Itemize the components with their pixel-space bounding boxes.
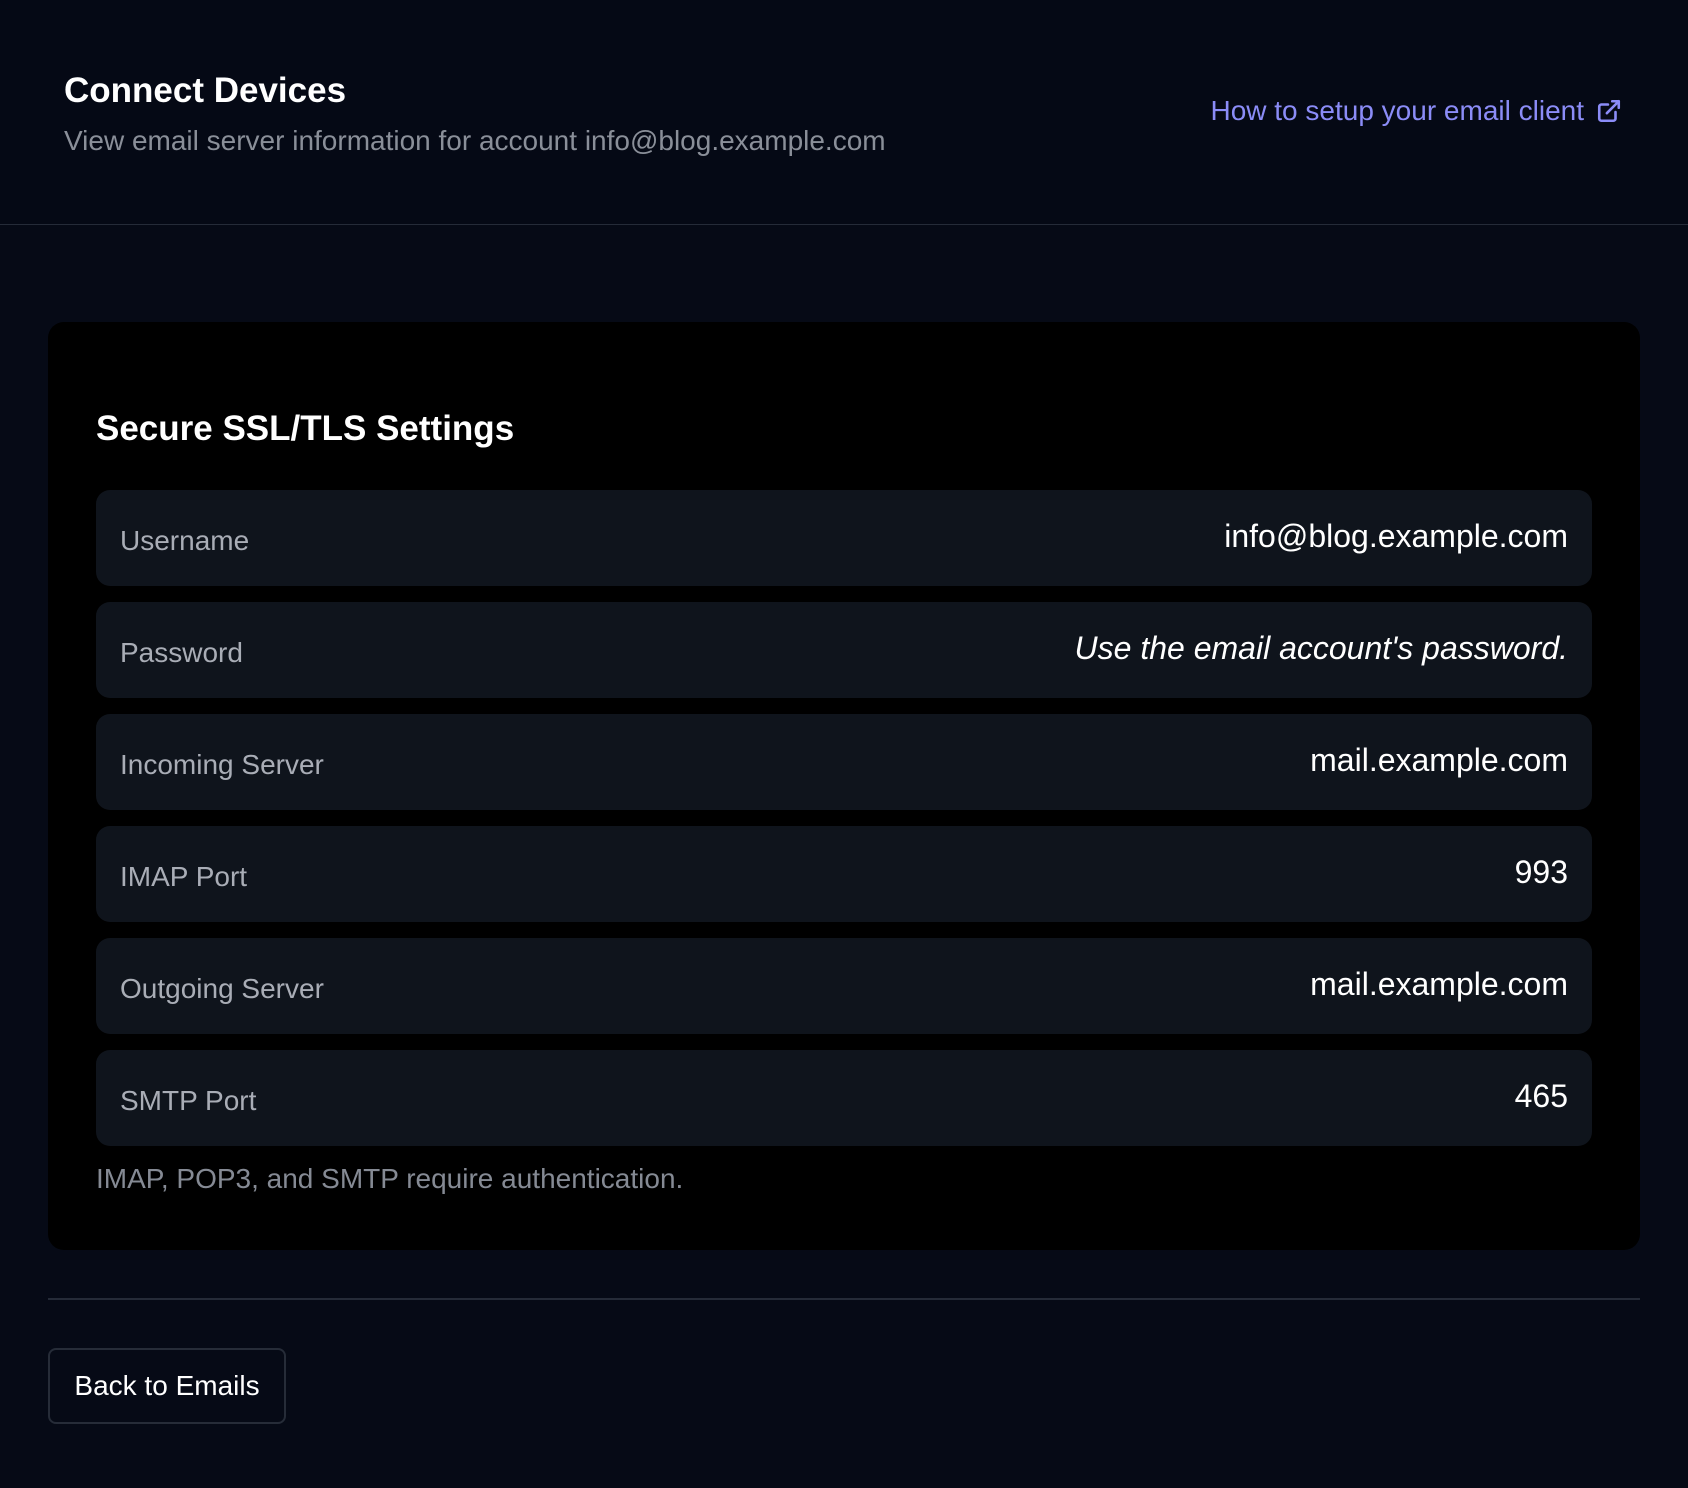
setting-value: mail.example.com	[1310, 965, 1568, 1002]
back-to-emails-button[interactable]: Back to Emails	[48, 1348, 286, 1424]
settings-card-title: Secure SSL/TLS Settings	[96, 409, 515, 448]
setting-label: Username	[120, 525, 250, 556]
setting-label: IMAP Port	[120, 861, 248, 892]
settings-list: Username info@blog.example.com Password …	[96, 490, 1592, 1162]
setting-row-smtp-port: SMTP Port 465	[96, 1050, 1592, 1146]
external-link-icon	[1597, 99, 1621, 123]
setting-row-password: Password Use the email account's passwor…	[96, 602, 1592, 698]
authentication-note: IMAP, POP3, and SMTP require authenticat…	[96, 1163, 684, 1194]
page-subtitle: View email server information for accoun…	[64, 125, 886, 156]
setting-row-incoming-server: Incoming Server mail.example.com	[96, 714, 1592, 810]
setting-label: Outgoing Server	[120, 973, 324, 1004]
footer-divider	[48, 1298, 1640, 1300]
page-header: Connect Devices View email server inform…	[0, 0, 1688, 225]
setting-label: Password	[120, 637, 243, 668]
setting-value: info@blog.example.com	[1224, 517, 1568, 554]
setting-label: Incoming Server	[120, 749, 324, 780]
setting-value: Use the email account's password.	[1074, 629, 1568, 666]
setting-value: 465	[1514, 1077, 1568, 1114]
setting-row-outgoing-server: Outgoing Server mail.example.com	[96, 938, 1592, 1034]
setting-label: SMTP Port	[120, 1085, 257, 1116]
email-client-setup-link-label: How to setup your email client	[1210, 95, 1584, 126]
setting-value: 993	[1514, 853, 1568, 890]
ssl-tls-settings-card: Secure SSL/TLS Settings Username info@bl…	[48, 322, 1640, 1250]
setting-row-username: Username info@blog.example.com	[96, 490, 1592, 586]
page-title: Connect Devices	[64, 71, 347, 110]
setting-row-imap-port: IMAP Port 993	[96, 826, 1592, 922]
setting-value: mail.example.com	[1310, 741, 1568, 778]
email-client-setup-link[interactable]: How to setup your email client	[1210, 92, 1622, 130]
